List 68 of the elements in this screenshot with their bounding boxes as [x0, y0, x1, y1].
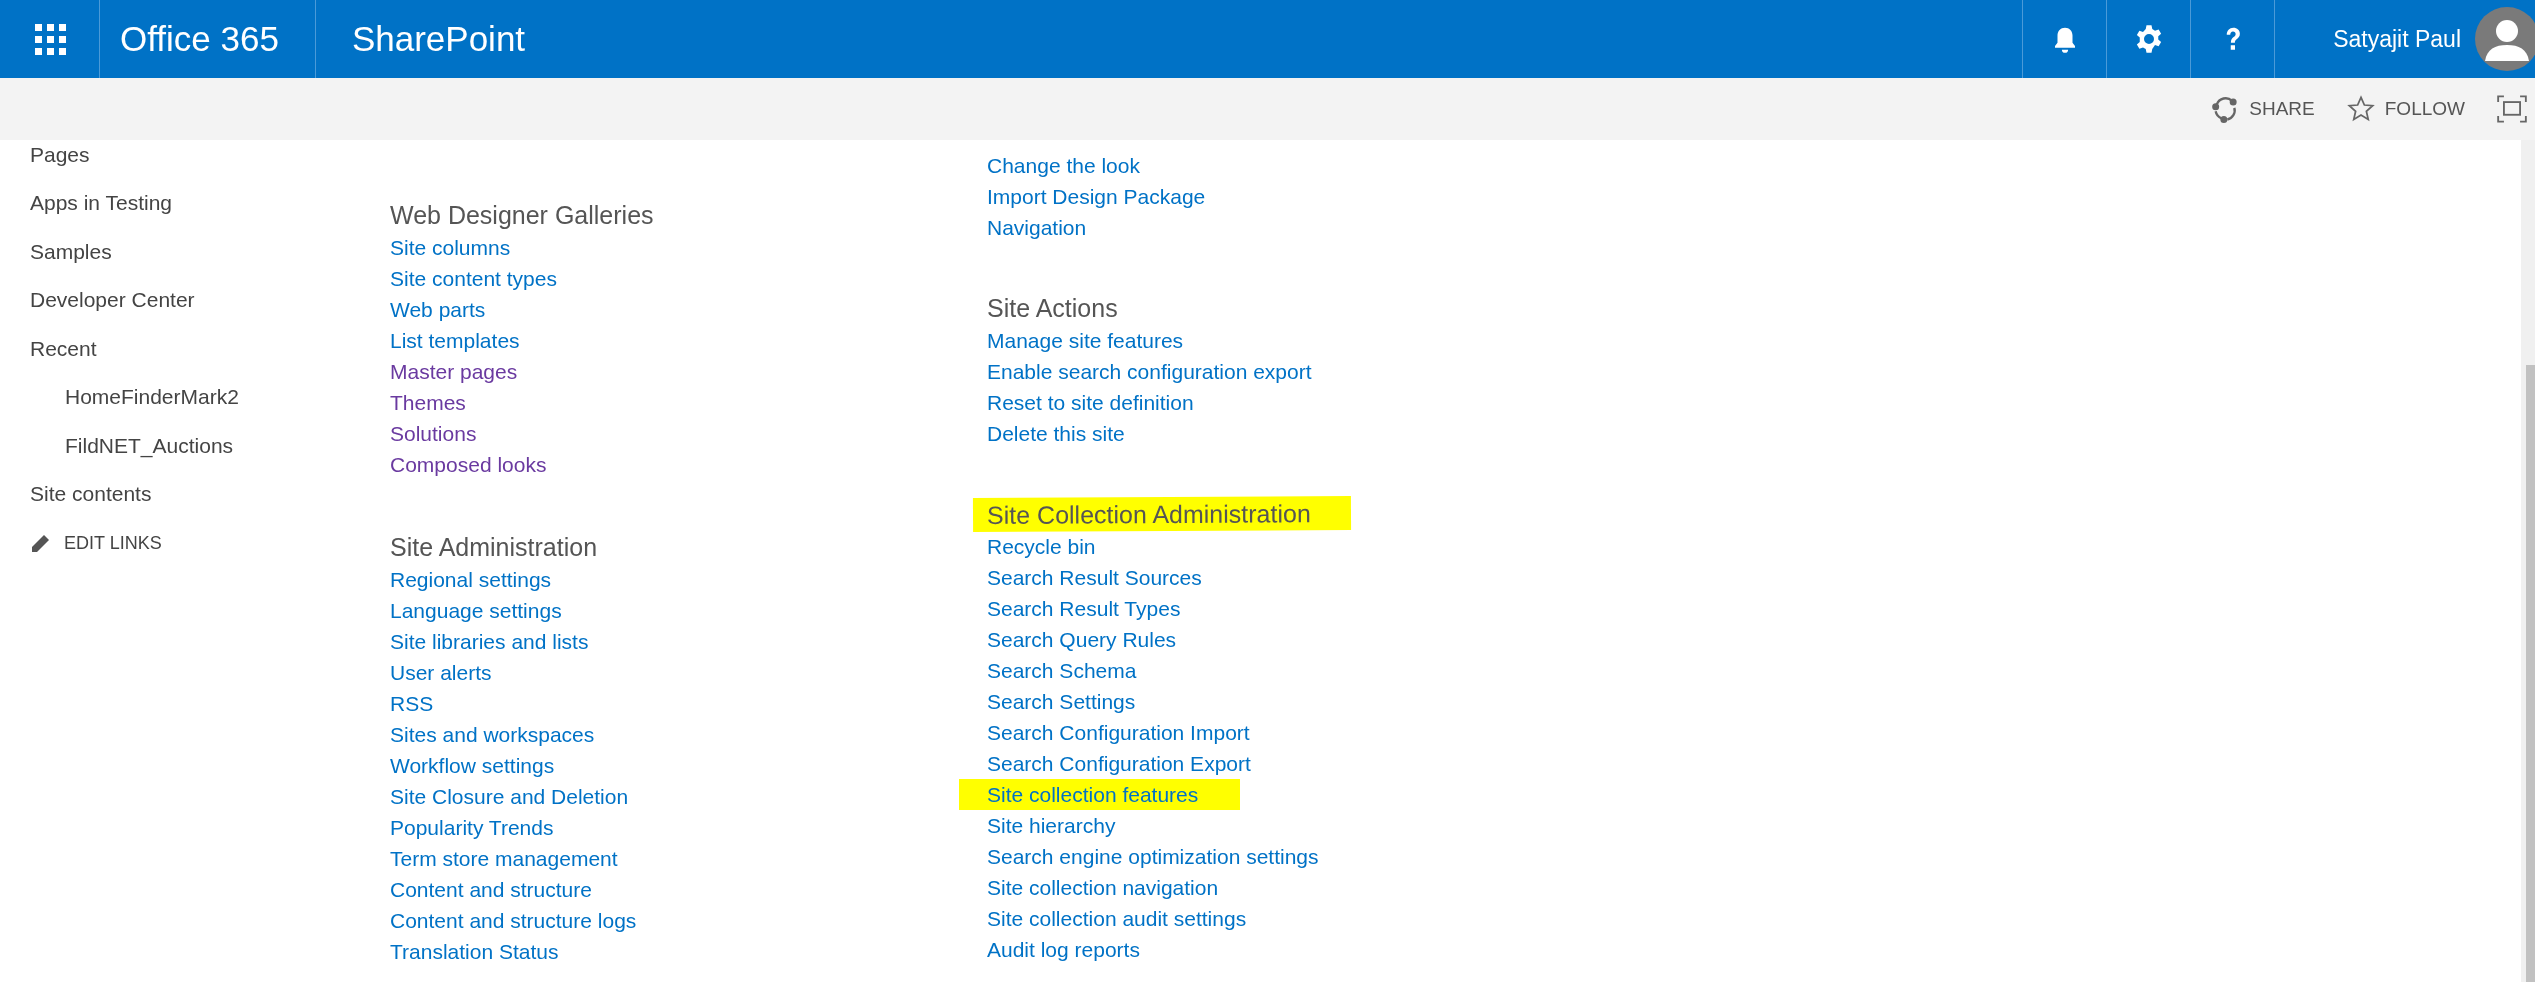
settings-link[interactable]: Search Result Sources: [987, 562, 1202, 593]
settings-link[interactable]: Site columns: [390, 232, 511, 263]
settings-link[interactable]: Site collection navigation: [987, 872, 1219, 903]
user-name[interactable]: Satyajit Paul: [2333, 21, 2461, 57]
section-heading: Site Administration: [390, 532, 598, 563]
settings-link[interactable]: Search Schema: [987, 655, 1137, 686]
pencil-icon: [30, 533, 50, 554]
settings-link[interactable]: Site content types: [390, 263, 557, 294]
settings-link[interactable]: Enable search configuration export: [987, 356, 1312, 387]
settings-link[interactable]: Content and structure: [390, 874, 592, 905]
app-launcher-icon: [32, 22, 67, 56]
star-icon: [2346, 95, 2375, 123]
settings-link[interactable]: RSS: [390, 688, 434, 719]
settings-link[interactable]: Site collection features: [959, 779, 1241, 810]
avatar-icon[interactable]: [2475, 7, 2535, 71]
settings-link[interactable]: Translation Status: [390, 936, 559, 967]
settings-link[interactable]: Search engine optimization settings: [987, 841, 1319, 872]
settings-link[interactable]: Delete this site: [987, 418, 1125, 449]
share-button[interactable]: SHARE: [2211, 94, 2315, 124]
settings-link[interactable]: Manage site features: [987, 325, 1184, 356]
nav-link[interactable]: Apps in Testing: [30, 178, 173, 227]
settings-link[interactable]: Workflow settings: [390, 750, 555, 781]
settings-link[interactable]: Reset to site definition: [987, 387, 1194, 418]
settings-link[interactable]: Recycle bin: [987, 531, 1096, 562]
settings-link[interactable]: Site libraries and lists: [390, 626, 589, 657]
settings-link[interactable]: Site collection audit settings: [987, 903, 1247, 934]
settings-link[interactable]: Site hierarchy: [987, 810, 1116, 841]
settings-link[interactable]: Popularity Trends: [390, 812, 554, 843]
follow-button[interactable]: FOLLOW: [2346, 94, 2465, 124]
share-icon: [2211, 95, 2240, 123]
nav-link[interactable]: Site contents: [30, 469, 152, 518]
settings-link[interactable]: Navigation: [987, 212, 1087, 243]
settings-link[interactable]: Search Settings: [987, 686, 1136, 717]
settings-link[interactable]: Search Result Types: [987, 593, 1181, 624]
focus-icon: [2497, 95, 2527, 123]
nav-link[interactable]: Samples: [30, 227, 112, 276]
settings-link[interactable]: Audit log reports: [987, 934, 1140, 965]
settings-link[interactable]: Language settings: [390, 595, 562, 626]
nav-link[interactable]: Recent: [30, 324, 97, 373]
settings-link[interactable]: Solutions: [390, 418, 477, 449]
settings-link[interactable]: Change the look: [987, 150, 1140, 181]
nav-link[interactable]: Pages: [30, 130, 90, 179]
focus-button[interactable]: [2497, 95, 2527, 123]
edit-links-button[interactable]: EDIT LINKS: [30, 530, 162, 557]
settings-link[interactable]: User alerts: [390, 657, 492, 688]
settings-link[interactable]: Site Closure and Deletion: [390, 781, 629, 812]
settings-link[interactable]: Regional settings: [390, 564, 552, 595]
settings-link[interactable]: Search Configuration Import: [987, 717, 1250, 748]
scrollbar[interactable]: [2521, 140, 2535, 982]
settings-link[interactable]: Web parts: [390, 294, 486, 325]
settings-link[interactable]: Search Query Rules: [987, 624, 1177, 655]
nav-link[interactable]: HomeFinderMark2: [65, 372, 239, 421]
settings-link[interactable]: Import Design Package: [987, 181, 1206, 212]
section-heading: Web Designer Galleries: [390, 200, 654, 231]
nav-link[interactable]: FildNET_Auctions: [65, 421, 234, 470]
settings-link[interactable]: Master pages: [390, 356, 518, 387]
scrollbar-thumb[interactable]: [2526, 365, 2535, 982]
app-title[interactable]: SharePoint: [315, 0, 562, 78]
settings-link[interactable]: Composed looks: [390, 449, 547, 480]
settings-link[interactable]: Themes: [390, 387, 466, 418]
settings-link[interactable]: List templates: [390, 325, 520, 356]
section-heading: Site Actions: [987, 293, 1118, 324]
section-heading: Site Collection Administration: [972, 496, 1351, 532]
settings-link[interactable]: Term store management: [390, 843, 618, 874]
settings-link[interactable]: Sites and workspaces: [390, 719, 595, 750]
nav-link[interactable]: Developer Center: [30, 275, 195, 324]
settings-link[interactable]: Search Configuration Export: [987, 748, 1251, 779]
settings-link[interactable]: Content and structure logs: [390, 905, 637, 936]
